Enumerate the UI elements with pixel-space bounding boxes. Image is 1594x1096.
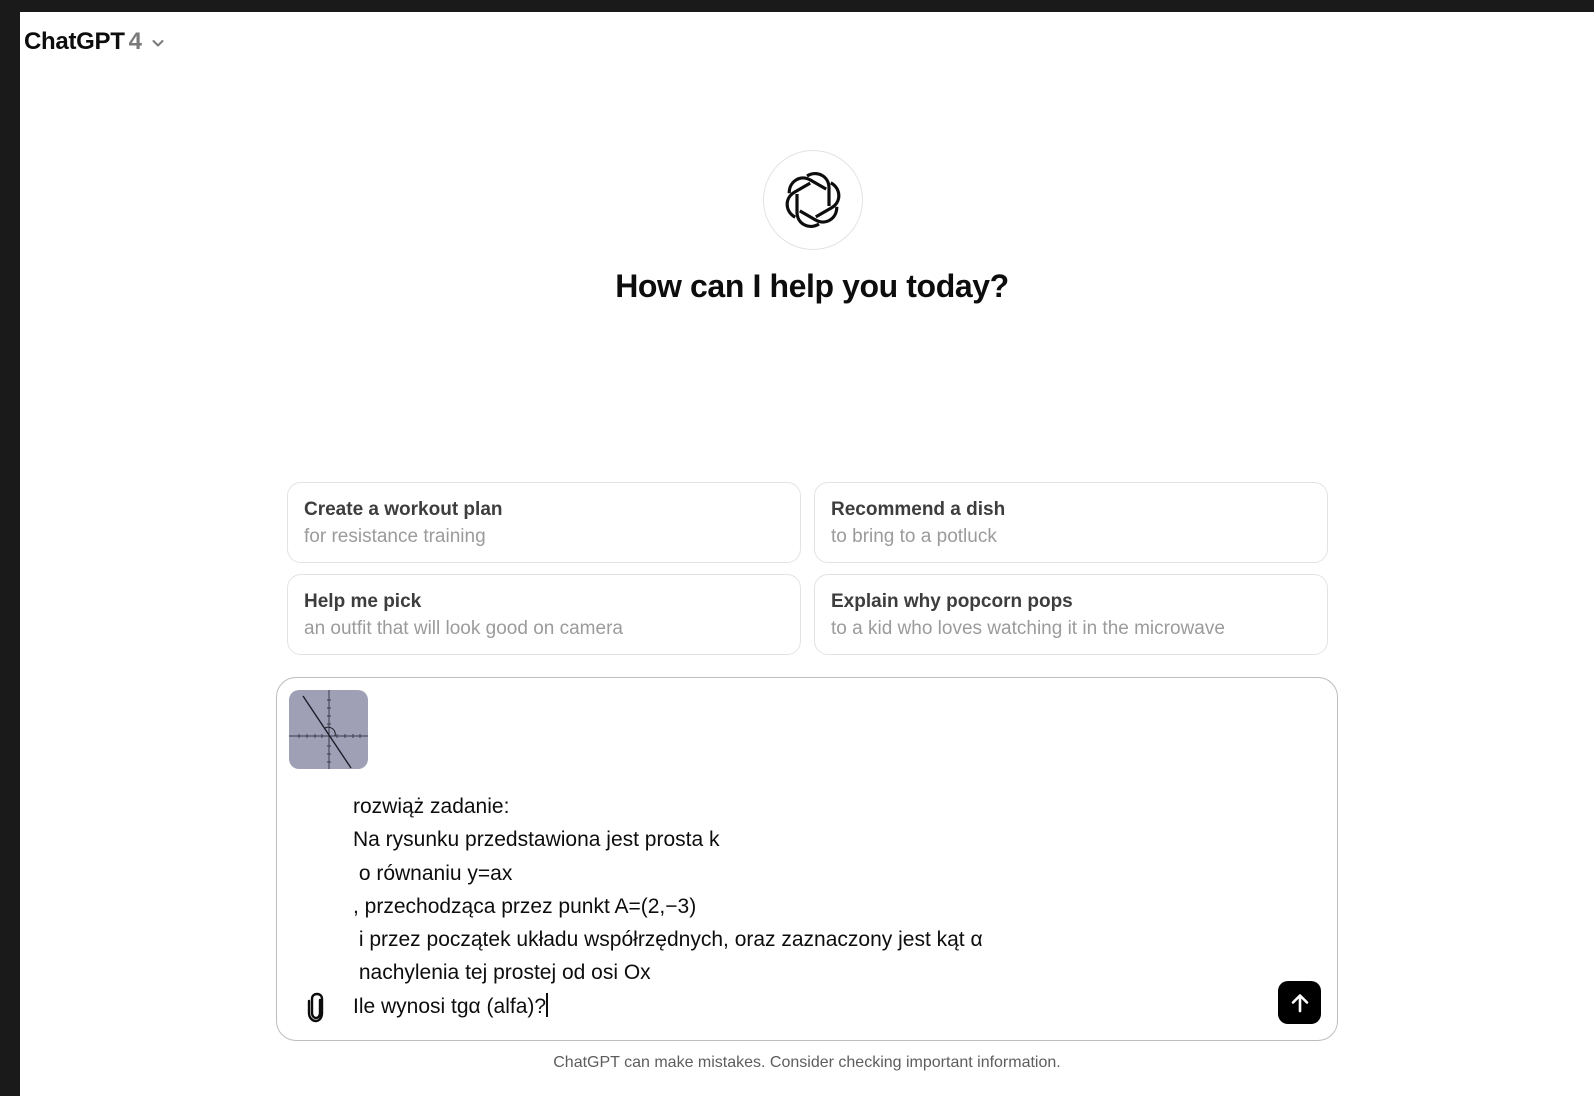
openai-logo-icon	[785, 172, 841, 228]
paperclip-icon	[307, 992, 324, 1023]
send-button[interactable]	[1278, 981, 1321, 1024]
suggestion-grid: Create a workout plan for resistance tra…	[287, 482, 1328, 655]
prompt-line: o równaniu y=ax	[353, 861, 513, 885]
suggestion-title: Help me pick	[304, 591, 422, 612]
suggestion-card-dish[interactable]: Recommend a dish to bring to a potluck	[814, 482, 1328, 563]
suggestion-subtitle: to bring to a potluck	[831, 526, 997, 547]
prompt-line: Ile wynosi tgα (alfa)?	[353, 994, 547, 1018]
page-title: How can I help you today?	[615, 268, 1009, 304]
suggestion-subtitle: for resistance training	[304, 526, 486, 547]
graph-thumbnail-icon	[289, 690, 368, 769]
chat-app: ChatGPT 4 How can I help you today? Crea…	[20, 12, 1594, 1096]
arrow-up-icon	[1291, 993, 1308, 1012]
suggestion-subtitle: to a kid who loves watching it in the mi…	[831, 618, 1225, 639]
message-composer[interactable]: rozwiąż zadanie: Na rysunku przedstawiona…	[276, 677, 1338, 1041]
suggestion-title: Create a workout plan	[304, 499, 503, 520]
window-top-bar	[0, 0, 1594, 12]
chevron-down-icon	[152, 40, 164, 47]
prompt-line: i przez początek układu współrzędnych, o…	[353, 928, 983, 952]
model-version: 4	[128, 28, 142, 55]
attached-image-thumbnail[interactable]	[289, 690, 368, 769]
suggestion-title: Recommend a dish	[831, 499, 1006, 520]
model-name: ChatGPT	[24, 28, 125, 55]
suggestion-card-outfit[interactable]: Help me pick an outfit that will look go…	[287, 574, 801, 655]
disclaimer-text: ChatGPT can make mistakes. Consider chec…	[553, 1054, 1061, 1071]
prompt-line: rozwiąż zadanie:	[353, 795, 510, 818]
suggestion-card-workout[interactable]: Create a workout plan for resistance tra…	[287, 482, 801, 563]
suggestion-subtitle: an outfit that will look good on camera	[304, 618, 623, 639]
suggestion-card-popcorn[interactable]: Explain why popcorn pops to a kid who lo…	[814, 574, 1328, 655]
prompt-line: nachylenia tej prostej od osi Ox	[353, 961, 651, 985]
attach-file-button[interactable]	[301, 990, 331, 1024]
prompt-line: Na rysunku przedstawiona jest prosta k	[353, 828, 720, 852]
prompt-line: , przechodząca przez punkt A=(2,−3)	[353, 894, 697, 918]
openai-logo	[763, 150, 863, 250]
model-selector[interactable]: ChatGPT 4	[24, 28, 166, 56]
text-caret	[546, 992, 548, 1017]
suggestion-title: Explain why popcorn pops	[831, 591, 1073, 612]
prompt-textarea[interactable]: rozwiąż zadanie: Na rysunku przedstawiona…	[353, 790, 1253, 1023]
